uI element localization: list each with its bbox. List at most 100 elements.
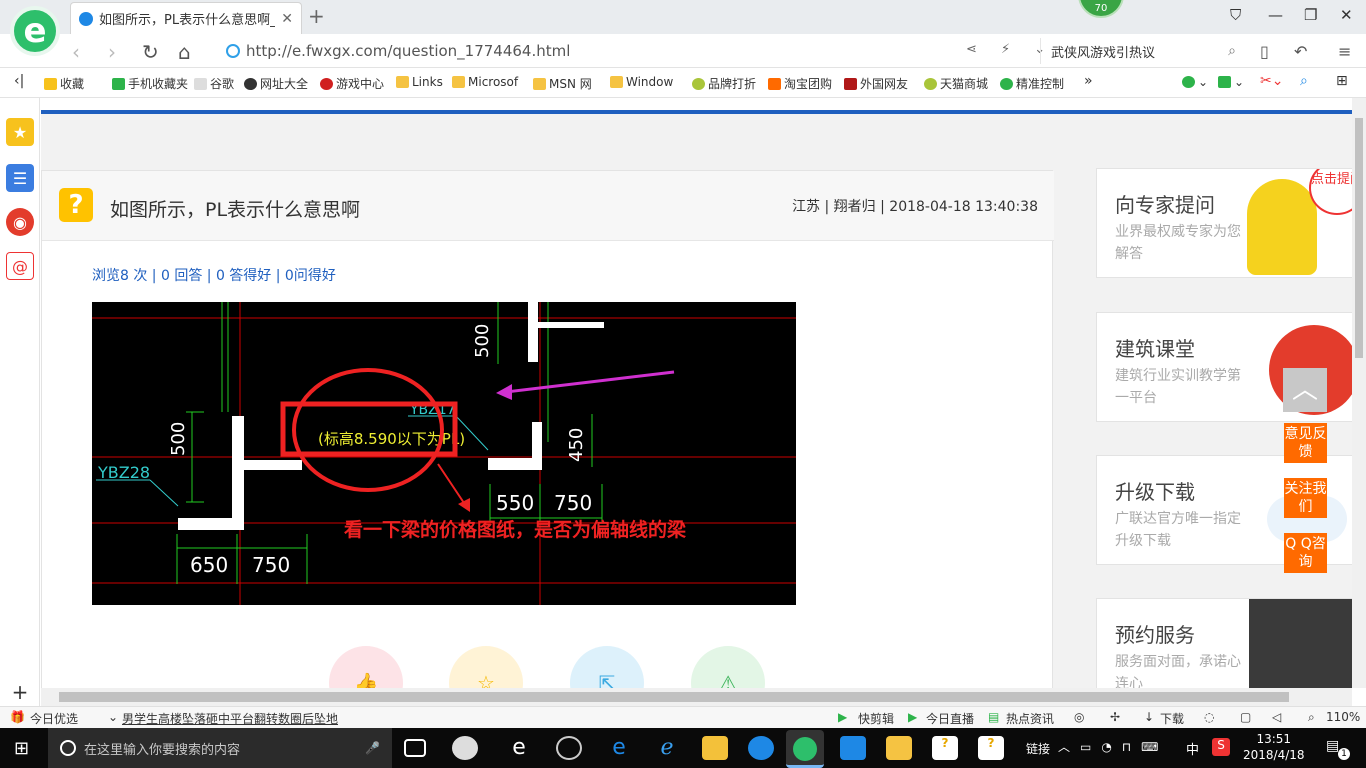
search-text: 武侠风游戏引热议 xyxy=(1051,45,1156,61)
ime-indicator[interactable]: 中 xyxy=(1186,739,1199,758)
bookmark-item[interactable]: 精准控制 xyxy=(1000,75,1064,92)
shirt-icon[interactable]: ⛉ xyxy=(1230,6,1241,24)
new-tab-icon[interactable]: + xyxy=(308,4,325,28)
minimize-icon[interactable]: — xyxy=(1268,6,1283,24)
question-app-icon-2[interactable]: ? xyxy=(978,736,1004,760)
like-button[interactable]: 👍 xyxy=(329,646,403,688)
maximize-icon[interactable]: ❐ xyxy=(1304,6,1317,24)
tab-active[interactable]: 如图所示，PL表示什么意思啊_广 ✕ xyxy=(70,2,302,34)
close-window-icon[interactable]: ✕ xyxy=(1340,6,1353,24)
bookmark-item[interactable]: 天猫商城 xyxy=(924,75,988,92)
undo-icon[interactable]: ↶ xyxy=(1294,42,1307,61)
bookmark-item[interactable]: 游戏中心 xyxy=(320,75,384,92)
pin-icon[interactable]: ✢ xyxy=(1110,710,1120,724)
system-clock[interactable]: 13:51 2018/4/18 xyxy=(1243,731,1305,763)
feedback-button[interactable]: 意见反馈 xyxy=(1284,423,1327,463)
search-icon[interactable]: ⌕ xyxy=(1228,43,1236,59)
phone-icon[interactable]: ▯ xyxy=(1260,42,1269,61)
vertical-scrollbar[interactable] xyxy=(1352,98,1366,688)
reading-list-icon[interactable]: ☰ xyxy=(6,164,34,192)
sogou-icon[interactable]: S xyxy=(1212,738,1230,756)
g-app-icon[interactable] xyxy=(748,736,774,760)
bookmark-item[interactable]: 收藏 xyxy=(44,75,84,92)
card-appointment[interactable]: 预约服务 服务面对面，承诺心连心 xyxy=(1096,598,1352,688)
search-box[interactable]: 武侠风游戏引热议 ⌕ xyxy=(1040,38,1236,64)
search-tool-icon[interactable]: ⌕ xyxy=(1300,73,1308,89)
taskbar-search-placeholder: 在这里输入你要搜索的内容 xyxy=(84,742,241,758)
bookmark-item[interactable]: 谷歌 xyxy=(194,75,234,92)
notes-app-icon[interactable] xyxy=(886,736,912,760)
bookmark-item[interactable]: 外国网友 xyxy=(844,75,908,92)
downloads-button[interactable]: 下载 xyxy=(1160,710,1184,727)
tab-close-icon[interactable]: ✕ xyxy=(281,11,293,27)
bookmark-folder[interactable]: Links xyxy=(396,75,443,89)
edge-icon[interactable]: e xyxy=(606,736,632,760)
scissors-icon[interactable]: ✂⌄ xyxy=(1260,73,1283,89)
windows-start-icon[interactable]: ⊞ xyxy=(14,738,29,759)
follow-button[interactable]: 关注我们 xyxy=(1284,478,1327,518)
browser-logo[interactable]: e xyxy=(10,6,60,56)
forward-icon[interactable]: › xyxy=(108,40,116,64)
today-picks[interactable]: 今日优选 xyxy=(30,710,78,727)
report-button[interactable]: ⚠ xyxy=(691,646,765,688)
share-button[interactable]: ⇱ xyxy=(570,646,644,688)
file-explorer-icon[interactable] xyxy=(702,736,728,760)
more-bookmarks-icon[interactable]: » xyxy=(1084,73,1093,89)
menu-icon[interactable]: ≡ xyxy=(1338,42,1351,61)
link-toolbar[interactable]: 链接 xyxy=(1026,740,1050,757)
favorites-star-icon[interactable]: ★ xyxy=(6,118,34,146)
question-stats[interactable]: 浏览8 次 | 0 回答 | 0 答得好 | 0问得好 xyxy=(92,265,336,285)
weibo-icon[interactable]: ◉ xyxy=(6,208,34,236)
add-sidebar-icon[interactable]: + xyxy=(6,678,34,706)
quick-clip[interactable]: 快剪辑 xyxy=(858,710,894,727)
speed-icon[interactable]: ◎ xyxy=(1074,710,1084,724)
address-bar[interactable]: http://e.fwxgx.com/question_1774464.html xyxy=(226,39,986,63)
bookmark-item[interactable]: 手机收藏夹 xyxy=(112,75,188,92)
zoom-icon[interactable]: ⌕ xyxy=(1308,710,1315,725)
spiral-app-icon[interactable] xyxy=(556,736,582,760)
page-viewport: ? 如图所示，PL表示什么意思啊 江苏 | 翔者归 | 2018-04-18 1… xyxy=(41,98,1352,688)
browser-taskbar-button[interactable] xyxy=(786,730,824,768)
bookmark-item[interactable]: 品牌打折 xyxy=(692,75,756,92)
home-icon[interactable]: ⌂ xyxy=(178,40,191,64)
bookmark-folder[interactable]: Window xyxy=(610,75,673,89)
favorite-button[interactable]: ☆ xyxy=(449,646,523,688)
task-view-icon[interactable] xyxy=(404,739,426,757)
cleanup-icon[interactable]: ◌ xyxy=(1204,710,1214,724)
taskbar-search[interactable]: 在这里输入你要搜索的内容 🎤 xyxy=(48,728,392,768)
scroll-thumb[interactable] xyxy=(1355,118,1363,358)
system-tray-icons[interactable]: ︿▭◔⊓⌨ xyxy=(1058,738,1169,755)
back-to-top-button[interactable]: ︿ xyxy=(1283,368,1327,412)
plus-app-icon[interactable] xyxy=(840,736,866,760)
refresh-icon[interactable]: ↻ xyxy=(142,40,159,64)
question-app-icon[interactable]: ? xyxy=(932,736,958,760)
microphone-icon[interactable]: 🎤 xyxy=(365,741,380,755)
cad-drawing-image[interactable]: YBZ28 YBZ17 (标高8.590以下为PL) 500 500 450 5… xyxy=(92,302,796,605)
qq-button[interactable]: Q Q咨询 xyxy=(1284,533,1327,573)
mute-icon[interactable]: ◁ xyxy=(1272,710,1281,724)
chevron-down-icon[interactable]: ⌄ xyxy=(108,710,118,724)
ie-e-icon[interactable]: e xyxy=(506,736,532,760)
bookmark-folder[interactable]: MSN 网 xyxy=(533,75,592,92)
today-live[interactable]: 今日直播 xyxy=(926,710,974,727)
score-badge[interactable]: 70 xyxy=(1078,0,1124,18)
card-ask-expert[interactable]: 向专家提问 业界最权威专家为您解答 点击提问 xyxy=(1096,168,1352,278)
bookmarks-collapse-icon[interactable]: ‹| xyxy=(14,73,24,89)
back-icon[interactable]: ‹ xyxy=(72,40,80,64)
bookmark-item[interactable]: 网址大全 xyxy=(244,75,308,92)
zoom-level[interactable]: 110% xyxy=(1326,710,1360,724)
scroll-thumb[interactable] xyxy=(59,692,1289,702)
question-header: ? 如图所示，PL表示什么意思啊 江苏 | 翔者归 | 2018-04-18 1… xyxy=(42,171,1054,241)
bookmark-item[interactable]: 淘宝团购 xyxy=(768,75,832,92)
news-ticker[interactable]: 男学生高楼坠落砸中平台翻转数圈后坠地 xyxy=(122,710,338,727)
bookmark-folder[interactable]: Microsof xyxy=(452,75,518,89)
fan-app-icon[interactable] xyxy=(452,736,478,760)
hot-news[interactable]: 热点资讯 xyxy=(1006,710,1054,727)
mail-icon[interactable]: @ xyxy=(6,252,34,280)
horizontal-scrollbar[interactable] xyxy=(41,688,1352,706)
apps-icon[interactable]: ⊞ xyxy=(1336,73,1348,89)
translate-icon[interactable]: ⌄ xyxy=(1218,75,1244,89)
window-icon[interactable]: ▢ xyxy=(1240,710,1251,724)
internet-explorer-icon[interactable]: ℯ xyxy=(654,736,680,760)
shield-icon[interactable]: ⌄ xyxy=(1182,75,1208,89)
